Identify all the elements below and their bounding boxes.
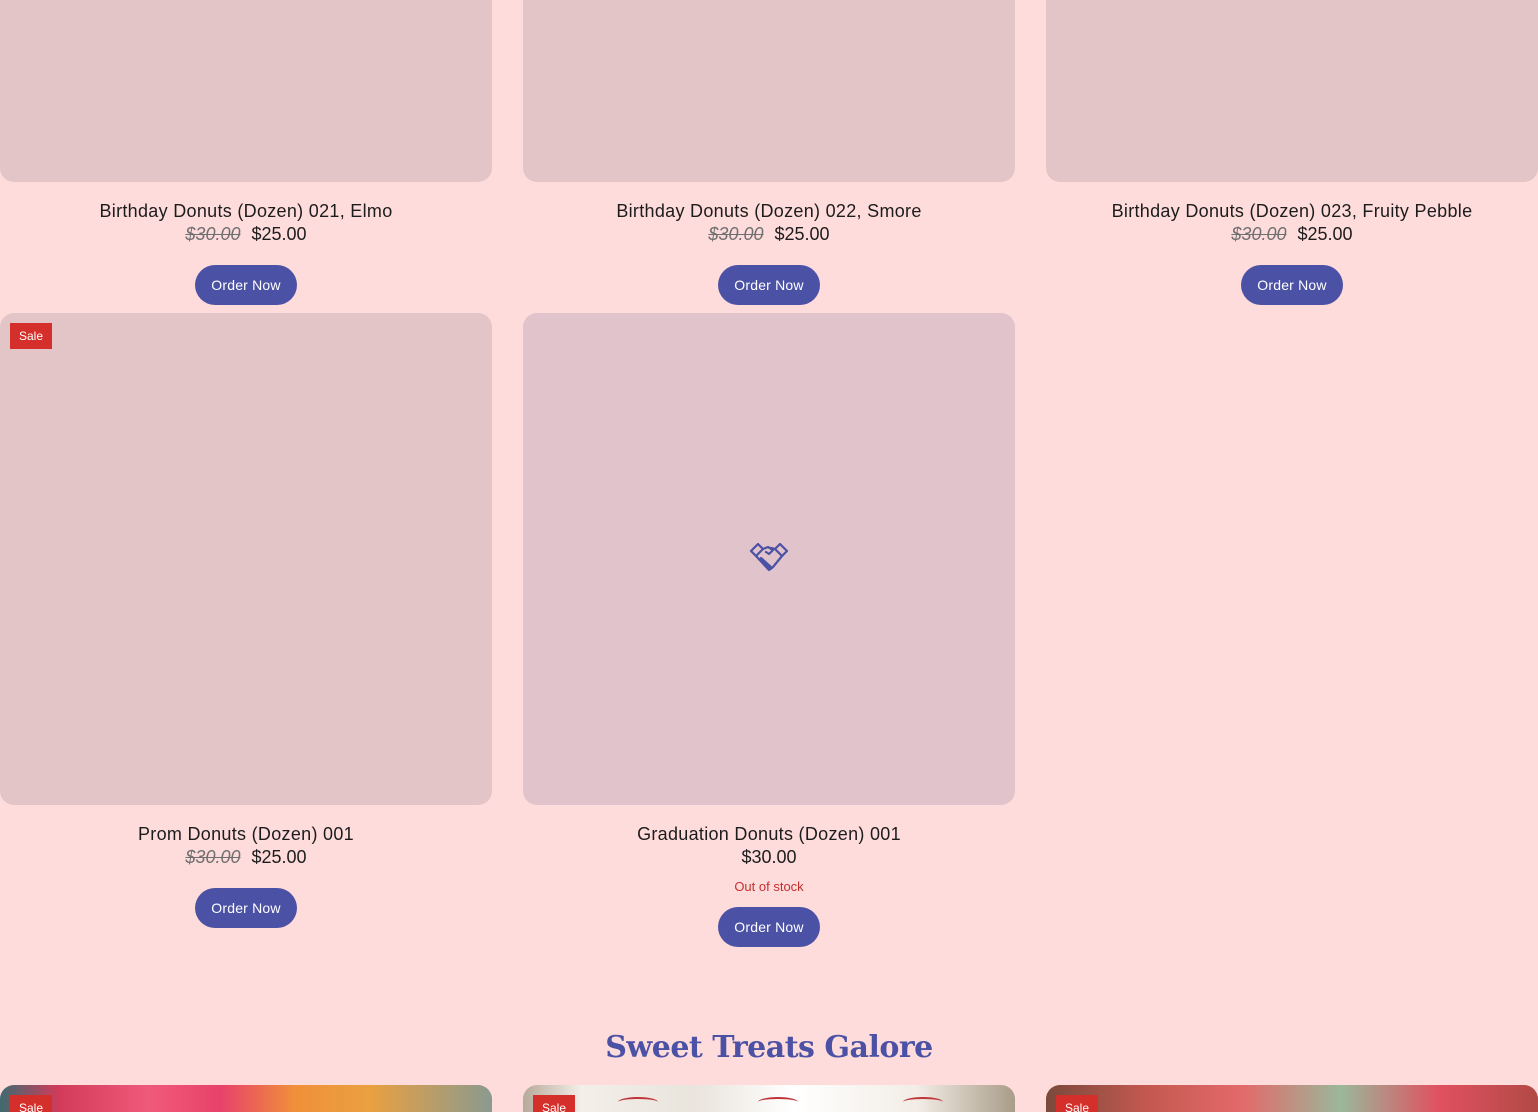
product-image[interactable]: Sale	[0, 1085, 492, 1112]
sale-price: $25.00	[774, 224, 830, 244]
compare-price: $30.00	[185, 224, 241, 244]
product-image[interactable]	[523, 313, 1015, 805]
product-title[interactable]: Birthday Donuts (Dozen) 023, Fruity Pebb…	[1046, 200, 1538, 222]
price-row: $30.00	[523, 845, 1015, 869]
order-now-button[interactable]: Order Now	[195, 888, 297, 928]
product-card[interactable]: Birthday Donuts (Dozen) 022, Smore $30.0…	[523, 0, 1015, 305]
compare-price: $30.00	[185, 847, 241, 867]
order-now-button[interactable]: Order Now	[1241, 265, 1343, 305]
product-card[interactable]: Birthday Donuts (Dozen) 021, Elmo $30.00…	[0, 0, 492, 305]
product-title[interactable]: Birthday Donuts (Dozen) 022, Smore	[523, 200, 1015, 222]
section-title: Sweet Treats Galore	[605, 1030, 933, 1065]
sale-price: $25.00	[251, 847, 307, 867]
product-title[interactable]: Graduation Donuts (Dozen) 001	[523, 823, 1015, 845]
price-row: $30.00 $25.00	[523, 222, 1015, 246]
sale-badge: Sale	[1056, 1095, 1099, 1112]
order-now-button[interactable]: Order Now	[718, 265, 820, 305]
product-card[interactable]: Sale Prom Donuts (Dozen) 001 $30.00 $25.…	[0, 313, 492, 928]
icing-stitch	[758, 1097, 798, 1107]
sale-badge: Sale	[10, 1095, 53, 1112]
product-card[interactable]: Birthday Donuts (Dozen) 023, Fruity Pebb…	[1046, 0, 1538, 305]
compare-price: $30.00	[1231, 224, 1287, 244]
sale-badge: Sale	[533, 1095, 576, 1112]
price-row: $30.00 $25.00	[1046, 222, 1538, 246]
sale-price: $25.00	[251, 224, 307, 244]
product-image[interactable]: Sale	[1046, 1085, 1538, 1112]
order-now-button[interactable]: Order Now	[718, 907, 820, 947]
price-row: $30.00 $25.00	[0, 222, 492, 246]
regular-price: $30.00	[741, 847, 797, 867]
product-image[interactable]: Sale	[0, 313, 492, 805]
icing-stitch	[618, 1097, 658, 1107]
icing-stitch	[903, 1097, 943, 1107]
stock-status: Out of stock	[734, 879, 804, 894]
sale-badge: Sale	[10, 323, 53, 349]
sale-price: $25.00	[1297, 224, 1353, 244]
handshake-icon	[749, 542, 789, 572]
price-row: $30.00 $25.00	[0, 845, 492, 869]
product-card[interactable]: Graduation Donuts (Dozen) 001 $30.00 Out…	[523, 313, 1015, 947]
product-image[interactable]: Sale	[523, 1085, 1015, 1112]
product-title[interactable]: Birthday Donuts (Dozen) 021, Elmo	[0, 200, 492, 222]
product-image[interactable]	[523, 0, 1015, 182]
compare-price: $30.00	[708, 224, 764, 244]
product-title[interactable]: Prom Donuts (Dozen) 001	[0, 823, 492, 845]
product-image[interactable]	[0, 0, 492, 182]
order-now-button[interactable]: Order Now	[195, 265, 297, 305]
product-image[interactable]	[1046, 0, 1538, 182]
